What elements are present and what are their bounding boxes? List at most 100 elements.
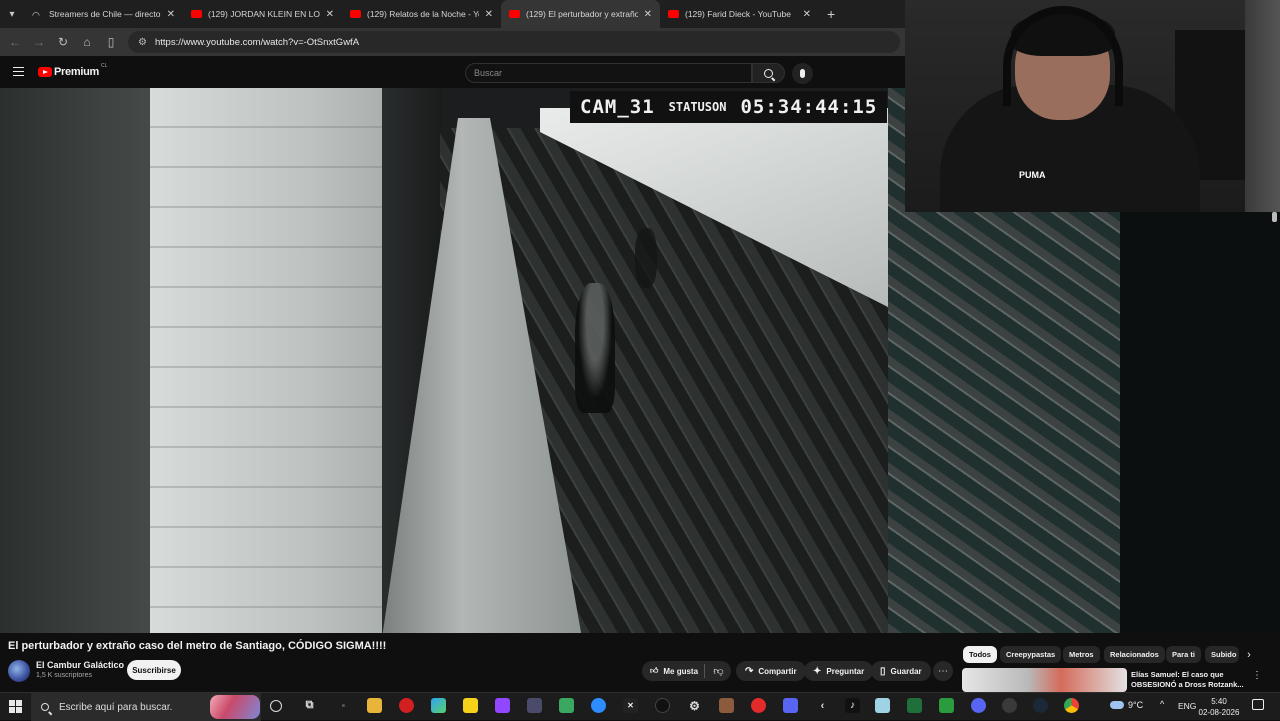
windows-start-icon[interactable] [9, 700, 22, 713]
chip-for-you[interactable]: Para ti [1166, 646, 1201, 663]
cortana-icon[interactable] [270, 700, 282, 712]
site-settings-icon[interactable]: ⚙ [138, 37, 147, 48]
subscribe-button[interactable]: Suscribirse [127, 660, 181, 680]
voice-search-button[interactable] [792, 63, 813, 84]
share-label: Compartir [758, 666, 797, 676]
widget-icon[interactable]: ▪ [336, 698, 351, 713]
address-bar[interactable]: ⚙ https://www.youtube.com/watch?v=-OtSnx… [128, 31, 900, 53]
cctv-overlay: CAM_31 STATUSON 05:34:44:15 [570, 91, 888, 123]
menu-icon[interactable] [13, 67, 24, 76]
app-icon[interactable]: ‹ [815, 698, 830, 713]
app-icon[interactable] [751, 698, 766, 713]
reload-icon[interactable]: ↻ [51, 35, 75, 49]
youtube-icon [350, 10, 361, 18]
shirt-logo: PUMA [1019, 170, 1046, 180]
cctv-camera-label: CAM_31 [580, 96, 655, 118]
browser-tab[interactable]: (129) JORDAN KLEIN EN LOUD ✕ [183, 0, 342, 28]
weather-widget[interactable]: 9°C [1110, 700, 1143, 710]
notification-icon[interactable] [1252, 699, 1264, 710]
app-icon[interactable] [907, 698, 922, 713]
game-icon[interactable] [719, 698, 734, 713]
app-icon[interactable] [875, 698, 890, 713]
taskbar: Escribe aquí para buscar. [0, 692, 1280, 721]
tray-overflow-icon[interactable]: ^ [1160, 699, 1164, 709]
browser-tab[interactable]: (129) Relatos de la Noche - YouTube ✕ [342, 0, 501, 28]
app-icon[interactable] [527, 698, 542, 713]
recommended-thumbnail[interactable] [962, 668, 1127, 692]
youtube-header: Premium CL Buscar [0, 56, 905, 88]
tab-title: (129) JORDAN KLEIN EN LOUD [208, 9, 320, 19]
recommended-menu-icon[interactable]: ⋮ [1252, 670, 1262, 681]
browser-tab[interactable]: ◠ Streamers de Chile — directorio ✕ [24, 0, 183, 28]
app-icon[interactable] [1002, 698, 1017, 713]
steam-icon[interactable] [1033, 698, 1048, 713]
dislike-button[interactable]: 👎︎ [706, 661, 731, 681]
tiktok-icon[interactable]: ♪ [845, 698, 860, 713]
share-button[interactable]: ↷ Compartir [736, 661, 806, 681]
channel-avatar[interactable] [8, 660, 30, 682]
sticky-notes-icon[interactable] [463, 698, 478, 713]
home-icon[interactable]: ⌂ [75, 35, 99, 49]
chip-related[interactable]: Relacionados [1104, 646, 1165, 663]
recommended-title[interactable]: Elías Samuel: El caso que OBSESIONÓ a Dr… [1131, 670, 1246, 690]
clock-time: 5:40 [1211, 697, 1227, 706]
browser-tab-strip: ▾ ◠ Streamers de Chile — directorio ✕ (1… [0, 0, 905, 28]
video-platform-left [150, 88, 382, 633]
settings-icon[interactable]: ⚙ [687, 698, 702, 713]
chrome-icon[interactable] [1064, 698, 1079, 713]
opera-icon[interactable] [399, 698, 414, 713]
split-view-icon[interactable]: ▯ [99, 35, 123, 49]
clock[interactable]: 5:40 02-08-2026 [1198, 696, 1240, 718]
search-input[interactable]: Buscar [465, 63, 752, 83]
chip-all[interactable]: Todos [963, 646, 997, 663]
save-button[interactable]: ▯ Guardar [871, 661, 931, 681]
chevron-right-icon[interactable]: › [1242, 646, 1256, 663]
twitch-icon[interactable] [495, 698, 510, 713]
close-tab-icon[interactable]: ✕ [803, 9, 811, 20]
chip-uploaded[interactable]: Subido [1205, 646, 1239, 663]
app-icon[interactable] [559, 698, 574, 713]
app-icon[interactable] [783, 698, 798, 713]
taskbar-search-placeholder: Escribe aquí para buscar. [59, 701, 173, 713]
logo-text: Premium [54, 66, 99, 78]
new-tab-button[interactable]: + [819, 6, 843, 22]
chip-metros[interactable]: Metros [1063, 646, 1100, 663]
capcut-icon[interactable]: ✕ [623, 698, 638, 713]
close-tab-icon[interactable]: ✕ [485, 9, 493, 20]
minecraft-icon[interactable] [939, 698, 954, 713]
browser-tab-active[interactable]: (129) El perturbador y extraño caso ✕ [501, 0, 660, 28]
close-tab-icon[interactable]: ✕ [326, 9, 334, 20]
microphone-icon [800, 69, 805, 78]
more-actions-button[interactable]: ⋯ [933, 661, 953, 681]
browser-tab[interactable]: (129) Farid Dieck - YouTube ✕ [660, 0, 819, 28]
input-language[interactable]: ENG [1178, 701, 1196, 711]
youtube-icon [509, 10, 520, 18]
obs-icon[interactable] [655, 698, 670, 713]
video-figure [575, 283, 615, 413]
youtube-icon [668, 10, 679, 18]
task-view-icon[interactable]: ⧉ [302, 698, 317, 713]
tab-title: (129) Relatos de la Noche - YouTube [367, 9, 479, 19]
tab-title: Streamers de Chile — directorio [49, 9, 161, 19]
chip-creepypastas[interactable]: Creepypastas [1000, 646, 1062, 663]
share-icon: ↷ [745, 665, 754, 677]
search-button[interactable] [752, 63, 785, 83]
scrollbar-thumb[interactable] [1272, 212, 1277, 222]
close-tab-icon[interactable]: ✕ [644, 9, 652, 20]
channel-name[interactable]: El Cambur Galáctico [36, 660, 124, 670]
youtube-play-icon [38, 67, 52, 77]
forward-icon[interactable]: → [27, 35, 51, 49]
back-icon[interactable]: ← [3, 35, 27, 49]
youtube-logo[interactable]: Premium CL [38, 63, 107, 78]
ask-button[interactable]: ✦ Preguntar [804, 661, 874, 681]
file-explorer-icon[interactable] [367, 698, 382, 713]
temperature: 9°C [1128, 700, 1144, 710]
discord-icon[interactable] [971, 698, 986, 713]
thumbs-down-icon: 👎︎ [713, 666, 724, 677]
search-icon [41, 703, 49, 711]
zoom-icon[interactable] [591, 698, 606, 713]
like-button[interactable]: 👍︎ Me gusta [642, 661, 704, 681]
tab-search-button[interactable]: ▾ [0, 0, 24, 28]
edge-icon[interactable] [431, 698, 446, 713]
close-tab-icon[interactable]: ✕ [167, 9, 175, 20]
